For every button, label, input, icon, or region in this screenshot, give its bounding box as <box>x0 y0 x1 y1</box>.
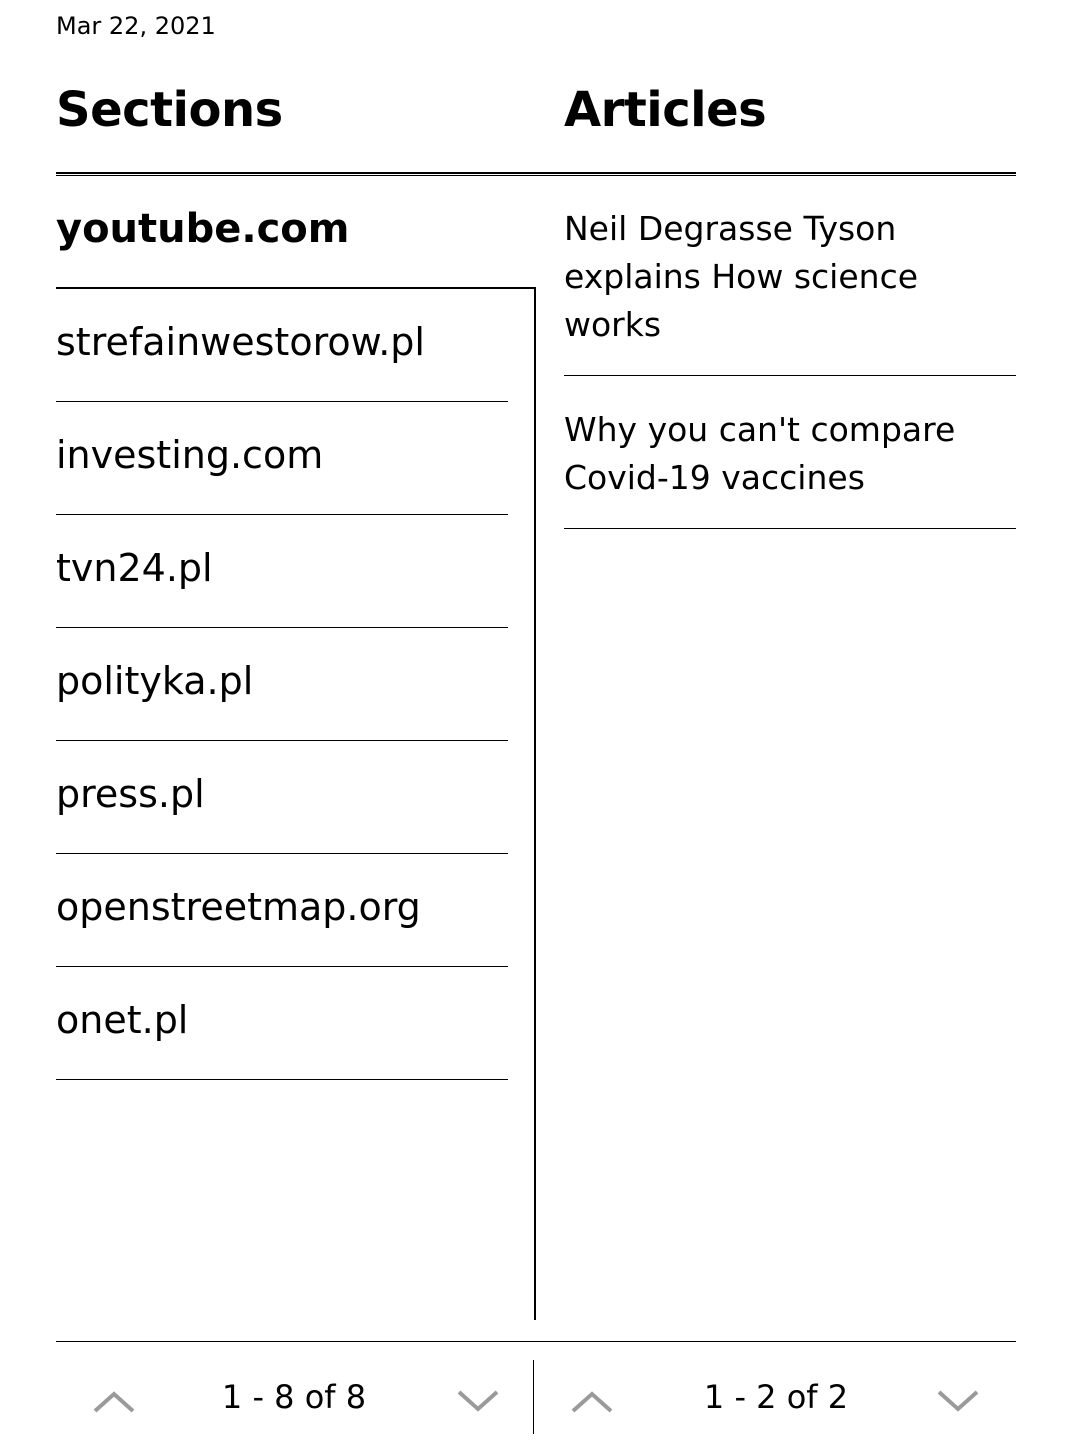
section-item-label: strefainwestorow.pl <box>56 320 425 364</box>
header-divider <box>56 172 1016 174</box>
section-item-label: openstreetmap.org <box>56 885 421 929</box>
chevron-down-icon[interactable] <box>936 1386 980 1416</box>
section-item-youtube[interactable]: youtube.com <box>56 176 536 289</box>
section-item-label: tvn24.pl <box>56 546 213 590</box>
section-item-investing[interactable]: investing.com <box>56 402 508 515</box>
sections-list: youtube.com strefainwestorow.pl investin… <box>56 176 536 1080</box>
sections-pager: 1 - 8 of 8 <box>56 1360 532 1436</box>
articles-list: Neil Degrasse Tyson explains How science… <box>564 176 1016 529</box>
section-item-label: youtube.com <box>56 205 350 252</box>
footer-divider <box>56 1341 1016 1342</box>
articles-heading: Articles <box>564 82 767 138</box>
article-item[interactable]: Why you can't compare Covid-19 vaccines <box>564 376 1016 529</box>
article-item[interactable]: Neil Degrasse Tyson explains How science… <box>564 176 1016 376</box>
section-item-onet[interactable]: onet.pl <box>56 967 508 1080</box>
column-divider <box>534 289 536 1320</box>
section-item-polityka[interactable]: polityka.pl <box>56 628 508 741</box>
section-item-tvn24[interactable]: tvn24.pl <box>56 515 508 628</box>
section-item-strefainwestorow[interactable]: strefainwestorow.pl <box>56 289 508 402</box>
section-item-label: onet.pl <box>56 998 189 1042</box>
section-item-openstreetmap[interactable]: openstreetmap.org <box>56 854 508 967</box>
chevron-down-icon[interactable] <box>456 1386 500 1416</box>
section-item-label: investing.com <box>56 433 324 477</box>
footer-column-divider <box>533 1360 534 1434</box>
articles-pager: 1 - 2 of 2 <box>536 1360 1016 1436</box>
section-item-press[interactable]: press.pl <box>56 741 508 854</box>
date-label: Mar 22, 2021 <box>56 12 216 40</box>
sections-heading: Sections <box>56 82 283 138</box>
section-item-label: polityka.pl <box>56 659 254 703</box>
section-item-label: press.pl <box>56 772 205 816</box>
